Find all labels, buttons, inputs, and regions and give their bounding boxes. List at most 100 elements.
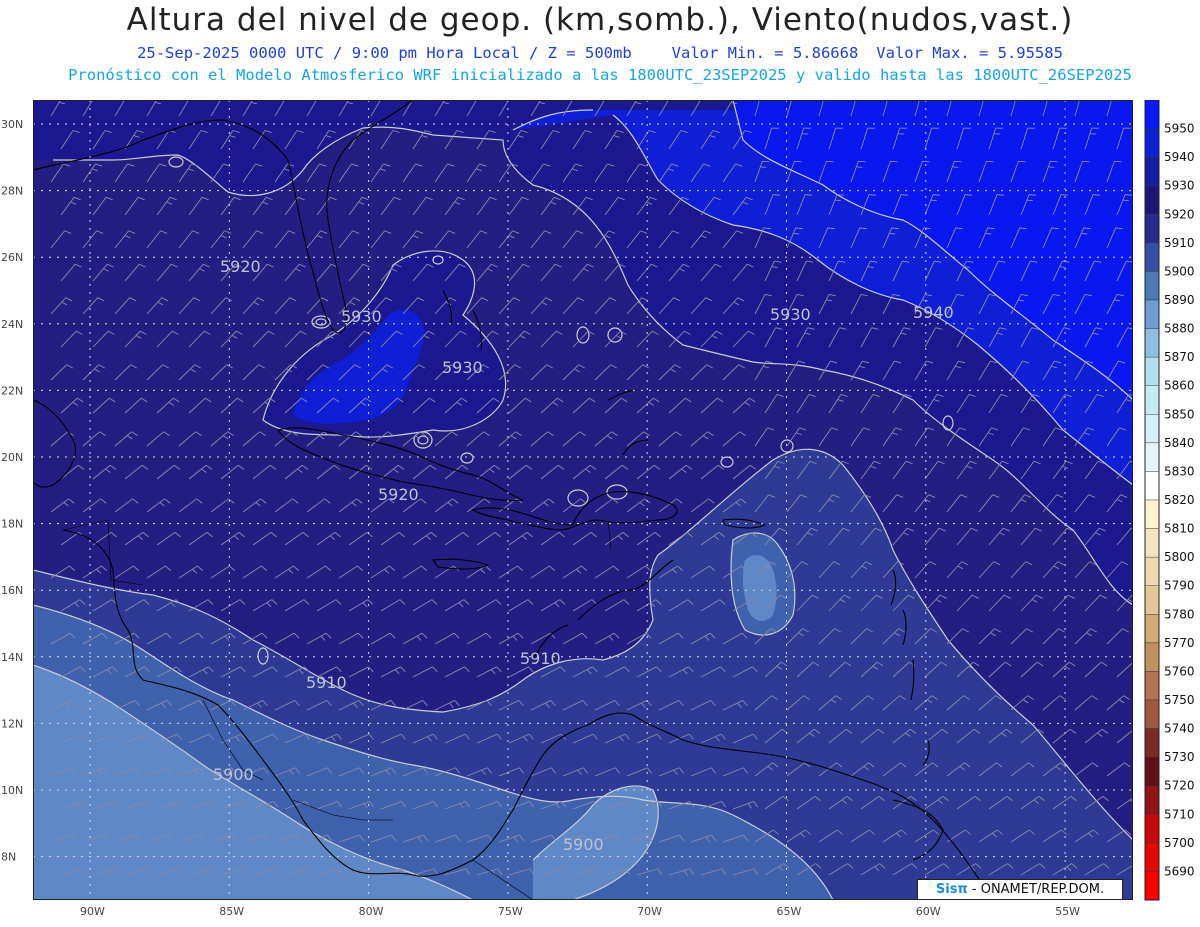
wind-barb-flag: [414, 97, 421, 99]
geopotential-map: 5920 5930 5930 5920 5930 5940 5910 5910 …: [1, 97, 1133, 918]
colorbar-label: 5910: [1164, 236, 1195, 250]
colorbar-swatch: [1144, 499, 1160, 529]
contour-label: 5930: [770, 305, 811, 324]
wind-barb-flag: [834, 199, 841, 202]
colorbar-label: 5690: [1164, 864, 1195, 878]
wind-barb-flag: [542, 97, 549, 99]
contour-label: 5900: [213, 765, 254, 784]
colorbar-swatch: [1144, 814, 1160, 844]
lat-label: 18N: [1, 518, 23, 531]
wind-barb-flag: [858, 160, 866, 163]
lat-label: 20N: [1, 451, 23, 464]
colorbar-label: 5940: [1164, 150, 1195, 164]
wind-barb-flag: [922, 160, 930, 163]
wind-barb-flag: [190, 97, 197, 99]
wind-barb-flag: [254, 97, 261, 99]
wind-barb-flag: [574, 97, 581, 99]
wind-barb-flag: [986, 160, 994, 163]
wind-barb-flag: [126, 97, 133, 99]
max-value: Valor Max. = 5.95585: [876, 44, 1063, 62]
wind-barb-flag: [1136, 864, 1141, 869]
contour-label: 5920: [378, 485, 419, 504]
colorbar-label: 5780: [1164, 607, 1195, 621]
lat-label: 14N: [1, 651, 23, 664]
contour-label: 5930: [442, 358, 483, 377]
wind-barb-flag: [1131, 594, 1133, 597]
colorbar-swatch: [1144, 556, 1160, 586]
wind-barb-flag: [222, 97, 229, 99]
colorbar-label: 5830: [1164, 464, 1195, 478]
colorbar-swatch: [1144, 328, 1160, 358]
colorbar-swatch: [1144, 528, 1160, 558]
wind-barb-flag: [826, 160, 834, 163]
contour-label: 5940: [913, 303, 954, 322]
map-title: Altura del nivel de geop. (km,somb.), Vi…: [126, 2, 1074, 38]
colorbar-swatch: [1144, 871, 1160, 901]
wind-barb-flag: [1018, 160, 1026, 163]
wind-barb-flag: [762, 160, 770, 163]
contour-label: 5920: [220, 257, 261, 276]
contour-label: 5900: [563, 835, 604, 854]
colorbar-label: 5920: [1164, 207, 1195, 221]
colorbar-swatch: [1144, 214, 1160, 244]
colorbar-label: 5810: [1164, 522, 1195, 536]
lat-label: 26N: [1, 251, 23, 264]
wind-barb-flag: [606, 97, 613, 99]
lat-label: 12N: [1, 717, 23, 730]
colorbar-swatch: [1144, 471, 1160, 501]
colorbar-swatch: [1144, 699, 1160, 729]
wind-barb-flag: [94, 97, 101, 99]
contour-label: 5910: [520, 649, 561, 668]
lon-label: 75W: [498, 905, 523, 918]
contour-label: 5910: [306, 673, 347, 692]
wind-barb-flag: [62, 97, 69, 99]
wind-barb-flag: [478, 97, 485, 99]
colorbar-label: 5770: [1164, 636, 1195, 650]
wind-barb-flag: [318, 97, 325, 99]
wind-barb-flag: [1134, 729, 1140, 733]
colorbar-swatch: [1144, 756, 1160, 786]
lat-label: 24N: [1, 318, 23, 331]
lon-label: 70W: [637, 905, 662, 918]
colorbar-label: 5720: [1164, 779, 1195, 793]
colorbar-label: 5790: [1164, 579, 1195, 593]
colorbar-label: 5840: [1164, 436, 1195, 450]
wind-barb-flag: [350, 97, 357, 99]
wind-barb-flag: [890, 160, 898, 163]
lon-label: 60W: [916, 905, 941, 918]
colorbar: 5950 5940 5930 5920 5910 5900 5890 5880 5870 5860…: [1144, 100, 1195, 901]
colorbar-swatch: [1144, 185, 1160, 215]
colorbar-swatch: [1144, 642, 1160, 672]
lat-label: 10N: [1, 784, 23, 797]
lon-label: 85W: [219, 905, 244, 918]
colorbar-label: 5750: [1164, 693, 1195, 707]
lat-label: 22N: [1, 384, 23, 397]
colorbar-swatch: [1144, 671, 1160, 701]
colorbar-swatch: [1144, 842, 1160, 872]
colorbar-swatch: [1144, 585, 1160, 615]
wind-barb-flag: [1050, 160, 1058, 163]
colorbar-swatch: [1144, 356, 1160, 386]
brand-label: Sisπ: [935, 882, 968, 897]
wind-barb-flag: [1026, 199, 1033, 202]
colorbar-swatch: [1144, 614, 1160, 644]
date-time-line: 25-Sep-2025 0000 UTC / 9:00 pm Hora Loca…: [0, 44, 1200, 62]
colorbar-swatch: [1144, 299, 1160, 329]
colorbar-swatch: [1144, 242, 1160, 272]
colorbar-label: 5820: [1164, 493, 1195, 507]
colorbar-swatch: [1144, 385, 1160, 415]
lon-label: 55W: [1055, 905, 1080, 918]
wind-barb-flag: [638, 97, 645, 99]
contour-label: 5930: [341, 307, 382, 326]
date-time: 25-Sep-2025 0000 UTC / 9:00 pm Hora Loca…: [137, 44, 632, 62]
colorbar-label: 5760: [1164, 664, 1195, 678]
wind-barb-flag: [734, 97, 741, 99]
colorbar-label: 5700: [1164, 836, 1195, 850]
wind-barb-flag: [930, 199, 937, 202]
longitude-labels: 90W 85W 80W 75W 70W 65W 60W 55W: [80, 905, 1080, 918]
colorbar-swatch: [1144, 785, 1160, 815]
colorbar-label: 5880: [1164, 322, 1195, 336]
wind-barb-flag: [1114, 160, 1122, 163]
wind-barb-flag: [954, 160, 962, 163]
colorbar-swatch: [1144, 442, 1160, 472]
